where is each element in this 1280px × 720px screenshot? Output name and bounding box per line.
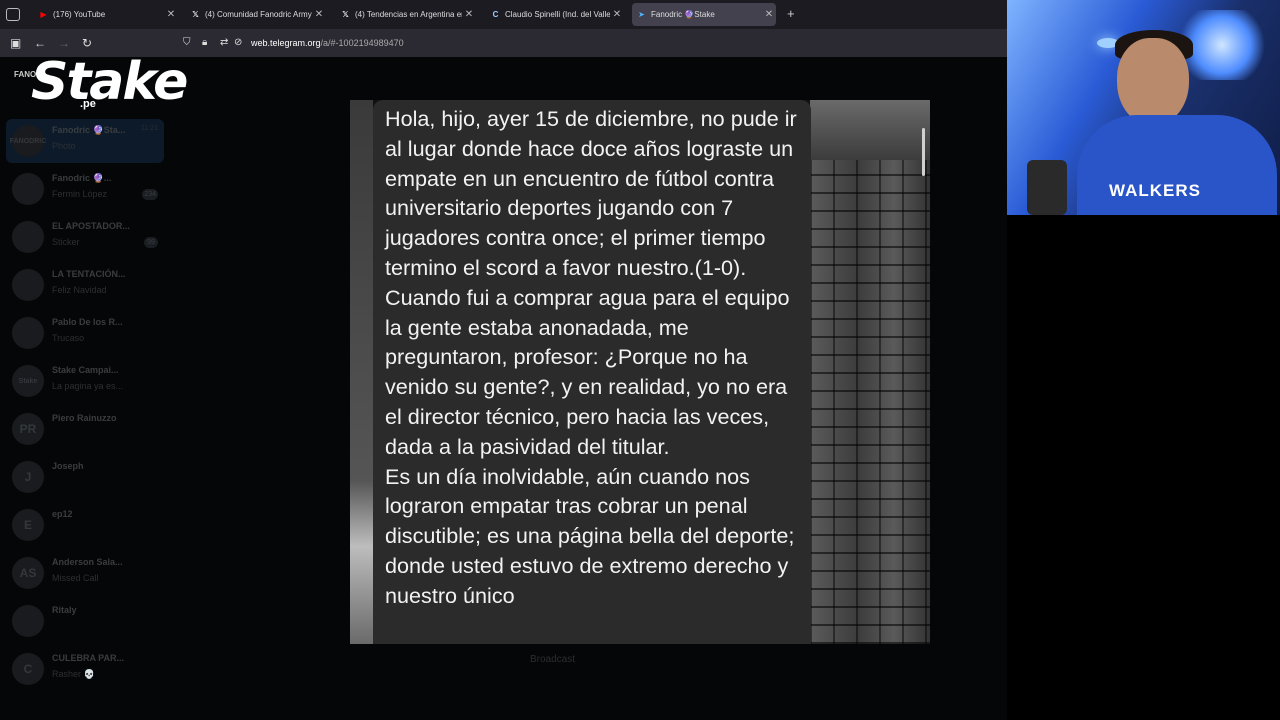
close-tab-icon[interactable]: ✕ bbox=[462, 9, 476, 20]
chat-name: ep12 bbox=[52, 509, 73, 519]
browser-tab[interactable]: C Claudio Spinelli (Ind. del Valle) E ✕ bbox=[486, 3, 624, 26]
chat-list-item[interactable]: FANODRIC Fanodric 🔮Sta... Photo 11:21 bbox=[6, 119, 164, 163]
chat-avatar: J bbox=[12, 461, 44, 493]
x-icon: 𝕏 bbox=[192, 10, 199, 19]
sidebar-toggle-icon[interactable]: ▣ bbox=[10, 36, 21, 50]
chat-preview: Photo bbox=[52, 141, 76, 151]
chat-preview: Rasher 💀 bbox=[52, 669, 95, 679]
chat-preview: La pagina ya es... bbox=[52, 381, 124, 391]
photo-background-left bbox=[350, 100, 373, 644]
url-path: /a/#-1002194989470 bbox=[320, 38, 404, 48]
chat-avatar: Stake bbox=[12, 365, 44, 397]
tab-title: Claudio Spinelli (Ind. del Valle) E bbox=[505, 10, 610, 19]
unread-badge: 234 bbox=[142, 189, 158, 200]
new-tab-button[interactable]: + bbox=[787, 6, 795, 21]
viewer-scrollbar[interactable] bbox=[922, 128, 925, 176]
close-tab-icon[interactable]: ✕ bbox=[164, 9, 178, 20]
reload-icon[interactable]: ↻ bbox=[82, 36, 92, 50]
photo-background-right bbox=[810, 100, 930, 644]
chat-name: LA TENTACIÓN... bbox=[52, 269, 126, 279]
chat-list-item[interactable]: C CULEBRA PAR... Rasher 💀 bbox=[6, 647, 164, 691]
logo-suffix: .pe bbox=[80, 98, 96, 110]
tab-title: Fanodric 🔮Stake bbox=[651, 10, 715, 19]
chat-name: Piero Rainuzzo bbox=[52, 413, 117, 423]
chat-name: Joseph bbox=[52, 461, 84, 471]
chat-list-item[interactable]: Stake Stake Campai... La pagina ya es... bbox=[6, 359, 164, 403]
chat-name: Stake Campai... bbox=[52, 365, 119, 375]
broadcast-input[interactable]: Broadcast bbox=[530, 654, 575, 665]
chat-preview: Sticker bbox=[52, 237, 80, 247]
chat-name: CULEBRA PAR... bbox=[52, 653, 124, 663]
streamer-face bbox=[1117, 38, 1189, 126]
chat-avatar: AS bbox=[12, 557, 44, 589]
chat-name: Fanodric 🔮... bbox=[52, 173, 112, 183]
chat-list-item[interactable]: J Joseph bbox=[6, 455, 164, 499]
chat-name: Ritaly bbox=[52, 605, 77, 615]
browser-tab-bar: ▶ (176) YouTube ✕ 𝕏 (4) Comunidad Fanodric A… bbox=[0, 0, 1007, 29]
streamer-shirt: WALKERS bbox=[1077, 115, 1277, 215]
tab-list-icon[interactable] bbox=[6, 8, 20, 21]
chat-avatar bbox=[12, 269, 44, 301]
chat-preview: Feliz Navidad bbox=[52, 285, 107, 295]
chat-time: 11:21 bbox=[141, 125, 158, 132]
url-bar[interactable]: web.telegram.org/a/#-1002194989470 bbox=[251, 38, 404, 48]
message-bubble: Hola, hijo, ayer 15 de diciembre, no pud… bbox=[373, 100, 811, 644]
youtube-icon: ▶ bbox=[40, 10, 47, 19]
forward-icon[interactable]: → bbox=[58, 36, 70, 50]
chat-list-item[interactable]: PR Piero Rainuzzo bbox=[6, 407, 164, 451]
browser-tab[interactable]: 𝕏 (4) Tendencias en Argentina en ✕ bbox=[336, 3, 476, 26]
permissions-icon[interactable]: ⇄ bbox=[220, 36, 228, 50]
chat-avatar bbox=[12, 221, 44, 253]
chat-preview: Fermin López bbox=[52, 189, 108, 199]
chat-list-item[interactable]: EL APOSTADOR... Sticker 99 bbox=[6, 215, 164, 259]
webcam-overlay: WALKERS bbox=[1007, 0, 1280, 215]
message-text: Hola, hijo, ayer 15 de diciembre, no pud… bbox=[385, 106, 797, 608]
lock-icon[interactable]: 🔒︎ bbox=[202, 36, 207, 50]
shirt-sponsor-text: WALKERS bbox=[1109, 181, 1201, 200]
chat-preview: Missed Call bbox=[52, 573, 99, 583]
back-icon[interactable]: ← bbox=[34, 36, 46, 50]
chat-avatar: PR bbox=[12, 413, 44, 445]
chat-avatar bbox=[12, 605, 44, 637]
close-tab-icon[interactable]: ✕ bbox=[610, 9, 624, 20]
chat-preview: Trucaso bbox=[52, 333, 85, 343]
logo-word: Stake bbox=[31, 52, 188, 112]
chat-name: Anderson Sala... bbox=[52, 557, 123, 567]
microphone bbox=[1027, 160, 1067, 215]
shield-icon[interactable]: ⛉ bbox=[183, 36, 191, 50]
chat-avatar bbox=[12, 173, 44, 205]
chat-list-item[interactable]: AS Anderson Sala... Missed Call bbox=[6, 551, 164, 595]
chat-avatar: FANODRIC bbox=[10, 125, 46, 157]
chat-avatar bbox=[12, 317, 44, 349]
stake-logo: FANO Stake .pe bbox=[14, 52, 188, 114]
camera-off-icon[interactable]: ⊘ bbox=[234, 36, 242, 50]
chat-list: FANODRIC Fanodric 🔮Sta... Photo 11:21 Fanodr… bbox=[0, 57, 170, 720]
telegram-icon: ➤ bbox=[638, 10, 645, 19]
chat-list-item[interactable]: Ritaly bbox=[6, 599, 164, 643]
close-tab-icon[interactable]: ✕ bbox=[312, 9, 326, 20]
chat-avatar: E bbox=[12, 509, 44, 541]
chat-list-item[interactable]: LA TENTACIÓN... Feliz Navidad bbox=[6, 263, 164, 307]
chat-list-item[interactable]: Eep12 bbox=[6, 503, 164, 547]
globe-icon: C bbox=[492, 10, 499, 19]
x-icon: 𝕏 bbox=[342, 10, 349, 19]
unread-badge: 99 bbox=[144, 237, 158, 248]
chat-name: Fanodric 🔮Sta... bbox=[52, 125, 126, 135]
chat-list-item[interactable]: Fanodric 🔮... Fermin López 234 bbox=[6, 167, 164, 211]
url-host: web.telegram.org bbox=[251, 38, 321, 48]
chat-avatar: C bbox=[12, 653, 44, 685]
tab-title: (4) Comunidad Fanodric Army / bbox=[205, 10, 312, 19]
chat-name: Pablo De los R... bbox=[52, 317, 123, 327]
chat-list-item[interactable]: Pablo De los R... Trucaso bbox=[6, 311, 164, 355]
browser-tab[interactable]: ➤ Fanodric 🔮Stake ✕ bbox=[632, 3, 776, 26]
tab-title: (176) YouTube bbox=[53, 10, 106, 19]
chat-name: EL APOSTADOR... bbox=[52, 221, 130, 231]
photo-viewer[interactable]: Hola, hijo, ayer 15 de diciembre, no pud… bbox=[350, 100, 930, 644]
browser-tab[interactable]: ▶ (176) YouTube ✕ bbox=[34, 3, 178, 26]
tab-title: (4) Tendencias en Argentina en bbox=[355, 10, 462, 19]
close-tab-icon[interactable]: ✕ bbox=[762, 9, 776, 20]
browser-tab[interactable]: 𝕏 (4) Comunidad Fanodric Army / ✕ bbox=[186, 3, 326, 26]
